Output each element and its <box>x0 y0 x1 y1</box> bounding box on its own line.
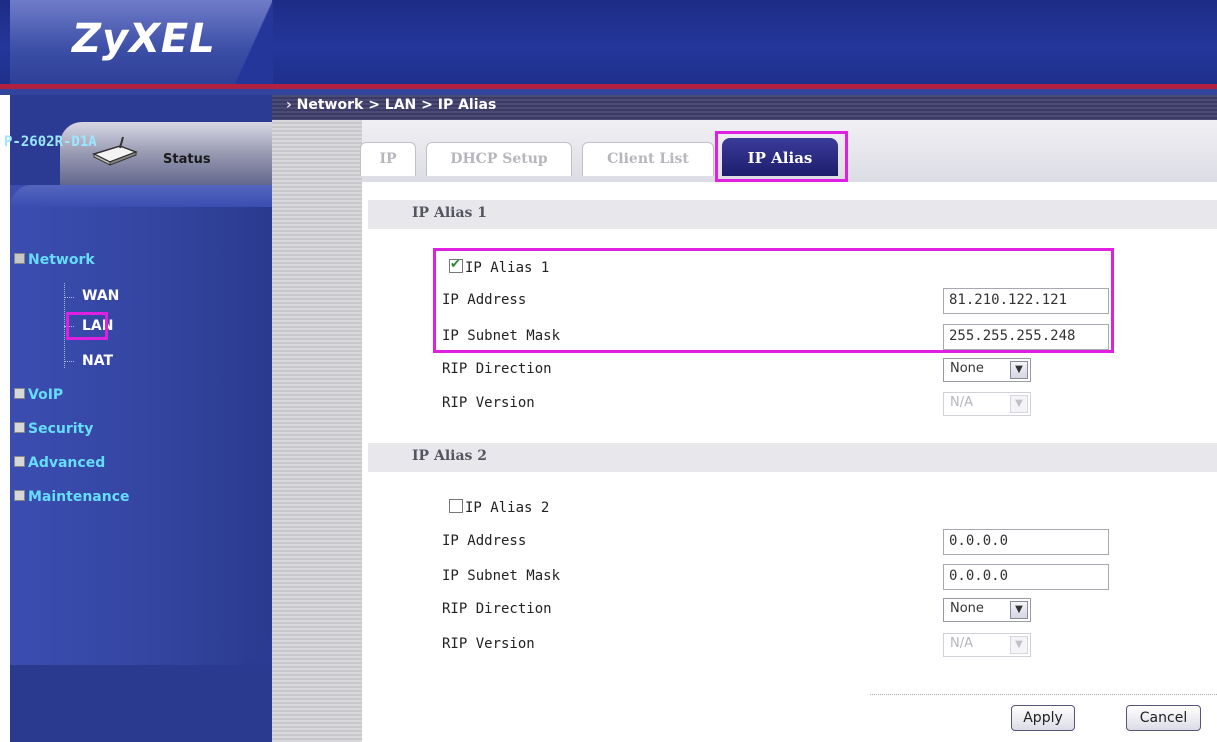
breadcrumb-arrow-icon: › <box>286 97 292 113</box>
status-tab[interactable]: Status <box>60 122 282 188</box>
breadcrumb-bar: › Network > LAN > IP Alias <box>272 95 1217 120</box>
alias2-ip-field[interactable]: 0.0.0.0 <box>943 529 1109 555</box>
status-label: Status <box>163 152 211 167</box>
nav-voip[interactable]: VoIP <box>14 387 63 403</box>
breadcrumb: › Network > LAN > IP Alias <box>286 97 496 113</box>
alias2-mask-field[interactable]: 0.0.0.0 <box>943 564 1109 590</box>
content-left-stripe <box>272 120 362 742</box>
alias2-rip-version-select[interactable]: N/A ▼ <box>943 633 1031 657</box>
tree-branch <box>64 361 74 363</box>
alias2-rip-direction-label: RIP Direction <box>442 601 552 617</box>
nav-wan[interactable]: WAN <box>82 288 119 304</box>
alias2-ip-label: IP Address <box>442 533 527 549</box>
sidebar-lower <box>10 665 272 742</box>
top-banner: ZyXEL <box>0 0 1217 84</box>
chevron-down-icon: ▼ <box>1010 636 1028 654</box>
nav-network-label: Network <box>28 252 95 268</box>
apply-button[interactable]: Apply <box>1011 705 1075 731</box>
button-divider <box>870 694 1217 696</box>
tree-branch <box>64 297 74 299</box>
alias2-rip-version-label: RIP Version <box>442 636 535 652</box>
zyxel-logo: ZyXEL <box>72 16 216 62</box>
alias1-section-header: IP Alias 1 <box>368 200 1217 229</box>
device-model: P-2602R-D1A <box>4 134 97 150</box>
expand-icon[interactable] <box>14 388 25 399</box>
alias2-rip-version-value: N/A <box>950 636 973 651</box>
alias2-rip-direction-select[interactable]: None ▼ <box>943 598 1031 622</box>
tab-client-list[interactable]: Client List <box>582 142 714 176</box>
chevron-down-icon[interactable]: ▼ <box>1010 361 1028 379</box>
nav-security[interactable]: Security <box>14 421 93 437</box>
expand-icon[interactable] <box>14 490 25 501</box>
logo-plate: ZyXEL <box>10 0 273 84</box>
nav-network[interactable]: Network <box>14 252 95 268</box>
collapse-icon[interactable] <box>14 253 25 264</box>
alias2-checkbox[interactable] <box>449 499 463 513</box>
alias1-highlight <box>433 248 1114 353</box>
alias2-checkbox-label: IP Alias 2 <box>465 500 550 516</box>
nav-advanced[interactable]: Advanced <box>14 455 105 471</box>
nav-security-label: Security <box>28 421 94 437</box>
alias1-rip-direction-label: RIP Direction <box>442 361 552 377</box>
alias1-rip-direction-value: None <box>950 361 984 376</box>
lan-highlight <box>66 312 108 340</box>
alias2-rip-direction-value: None <box>950 601 984 616</box>
expand-icon[interactable] <box>14 456 25 467</box>
breadcrumb-text: Network > LAN > IP Alias <box>296 97 497 113</box>
nav-voip-label: VoIP <box>28 387 64 403</box>
alias1-rip-version-select[interactable]: N/A ▼ <box>943 392 1031 416</box>
tab-ip[interactable]: IP <box>360 142 416 176</box>
alias2-section-header: IP Alias 2 <box>368 443 1217 472</box>
tab-highlight <box>715 131 848 182</box>
nav-advanced-label: Advanced <box>28 455 106 471</box>
chevron-down-icon[interactable]: ▼ <box>1010 601 1028 619</box>
tab-dhcp-setup[interactable]: DHCP Setup <box>426 142 572 176</box>
router-icon <box>91 136 138 166</box>
alias1-rip-version-value: N/A <box>950 395 973 410</box>
alias2-section-title: IP Alias 2 <box>412 448 488 464</box>
cancel-button[interactable]: Cancel <box>1126 705 1201 731</box>
nav-nat[interactable]: NAT <box>82 353 113 369</box>
alias2-mask-label: IP Subnet Mask <box>442 568 561 584</box>
chevron-down-icon: ▼ <box>1010 395 1028 413</box>
nav-maintenance[interactable]: Maintenance <box>14 489 130 505</box>
alias1-section-title: IP Alias 1 <box>412 205 488 221</box>
alias1-rip-version-label: RIP Version <box>442 395 535 411</box>
nav-maintenance-label: Maintenance <box>28 489 130 505</box>
alias1-rip-direction-select[interactable]: None ▼ <box>943 358 1031 382</box>
expand-icon[interactable] <box>14 422 25 433</box>
sidebar: Status <box>10 95 282 742</box>
